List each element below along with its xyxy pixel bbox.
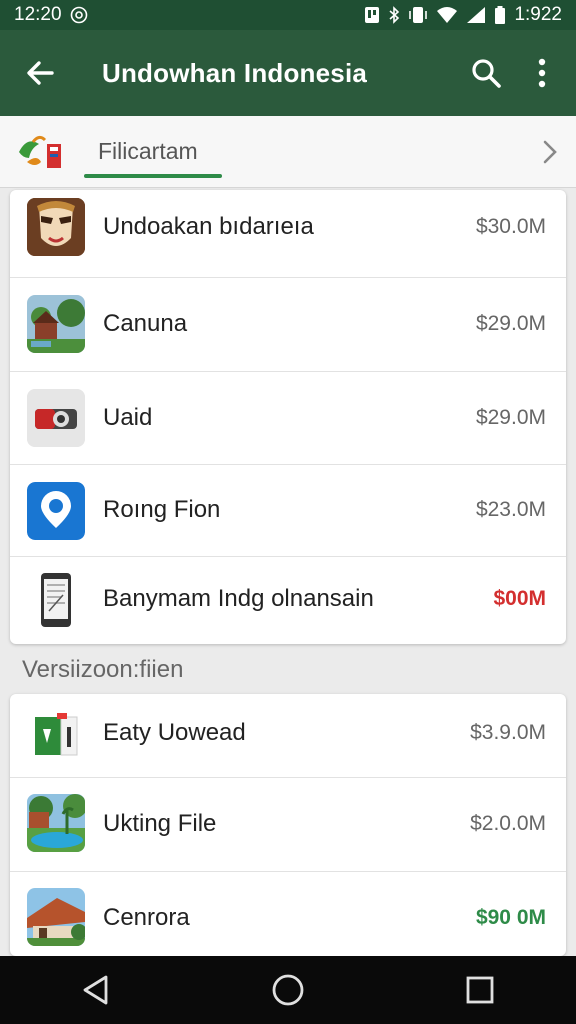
app-size: $90 0M [475,906,546,929]
filter-next-button[interactable] [542,116,558,188]
list-item[interactable]: Eaty Uowead $3.9.0M [10,694,566,778]
app-size: $00M [493,587,546,610]
list-item[interactable]: Ukting File $2.0.0M [10,778,566,872]
signal-icon [466,6,486,24]
list-item[interactable]: Uaid $29.0M [10,372,566,465]
camera-app-icon [27,389,85,447]
status-bar: 12:20 1:922 [0,0,576,30]
status-time-left: 12:20 [14,4,62,25]
nav-recents-button[interactable] [440,956,520,1024]
page-title: Undowhan Indonesia [102,57,368,88]
list-item[interactable]: Cenrora $90 0M [10,872,566,956]
app-name: Canuna [103,310,188,337]
filter-bar: Filicartam [0,116,576,188]
app-name: Roıng Fion [103,496,221,523]
location-app-icon [27,482,85,540]
app-name: Ukting File [103,810,217,837]
search-button[interactable] [458,30,514,116]
system-nav-bar [0,956,576,1024]
app-size: $30.0M [475,215,546,238]
status-left: 12:20 [14,4,88,26]
roof-photo-icon [27,888,85,946]
list-item[interactable]: Banymam Indg olnansain $00M [10,557,566,644]
list-item[interactable]: Canuna $29.0M [10,278,566,372]
mask-app-icon [27,198,85,256]
pool-photo-icon [27,794,85,852]
app-list-card: Undoakan bıdarıeıa $30.0M Canuna $29.0M … [10,190,566,644]
battery-icon [494,6,506,24]
app-size: $2.0.0M [470,812,546,835]
app-name: Eaty Uowead [103,719,246,746]
list-item[interactable]: Roıng Fion $23.0M [10,465,566,557]
phone-doc-icon [27,571,85,629]
search-icon [472,59,501,88]
arrow-left-icon [27,61,54,85]
status-time-right: 1:922 [514,4,562,25]
nav-home-button[interactable] [248,956,328,1024]
house-photo-icon [27,295,85,353]
nav-back-button[interactable] [56,956,136,1024]
section-title: Versiizoon:fiien [22,656,184,683]
app-bar: Undowhan Indonesia [0,30,576,116]
app-list-card-secondary: Eaty Uowead $3.9.0M Ukting File $2.0.0M … [10,694,566,956]
app-size: $29.0M [475,406,546,429]
notification-icon [364,6,380,24]
vibrate-icon [408,6,428,24]
at-icon [70,6,88,24]
app-name: Banymam Indg olnansain [103,585,374,612]
more-vert-icon [538,58,546,88]
app-size: $29.0M [475,312,546,335]
list-item[interactable]: Undoakan bıdarıeıa $30.0M [10,190,566,278]
app-name: Uaid [103,404,153,431]
status-right: 1:922 [364,4,562,26]
home-circle-icon [272,974,304,1006]
back-button[interactable] [0,30,80,116]
filter-label: Filicartam [98,138,198,164]
app-name: Undoakan bıdarıeıa [103,213,314,240]
brand-logo-icon [0,116,80,188]
back-triangle-icon [83,975,108,1005]
app-name: Cenrora [103,904,190,931]
file-app-icon [27,707,85,765]
more-options-button[interactable] [514,30,570,116]
bluetooth-icon [388,6,400,24]
app-size: $3.9.0M [470,721,546,744]
filter-tab-indicator [84,173,222,178]
wifi-icon [436,6,458,24]
app-size: $23.0M [475,498,546,521]
recents-square-icon [466,976,494,1004]
chevron-right-icon [543,140,557,164]
filter-tab[interactable]: Filicartam [80,116,222,188]
